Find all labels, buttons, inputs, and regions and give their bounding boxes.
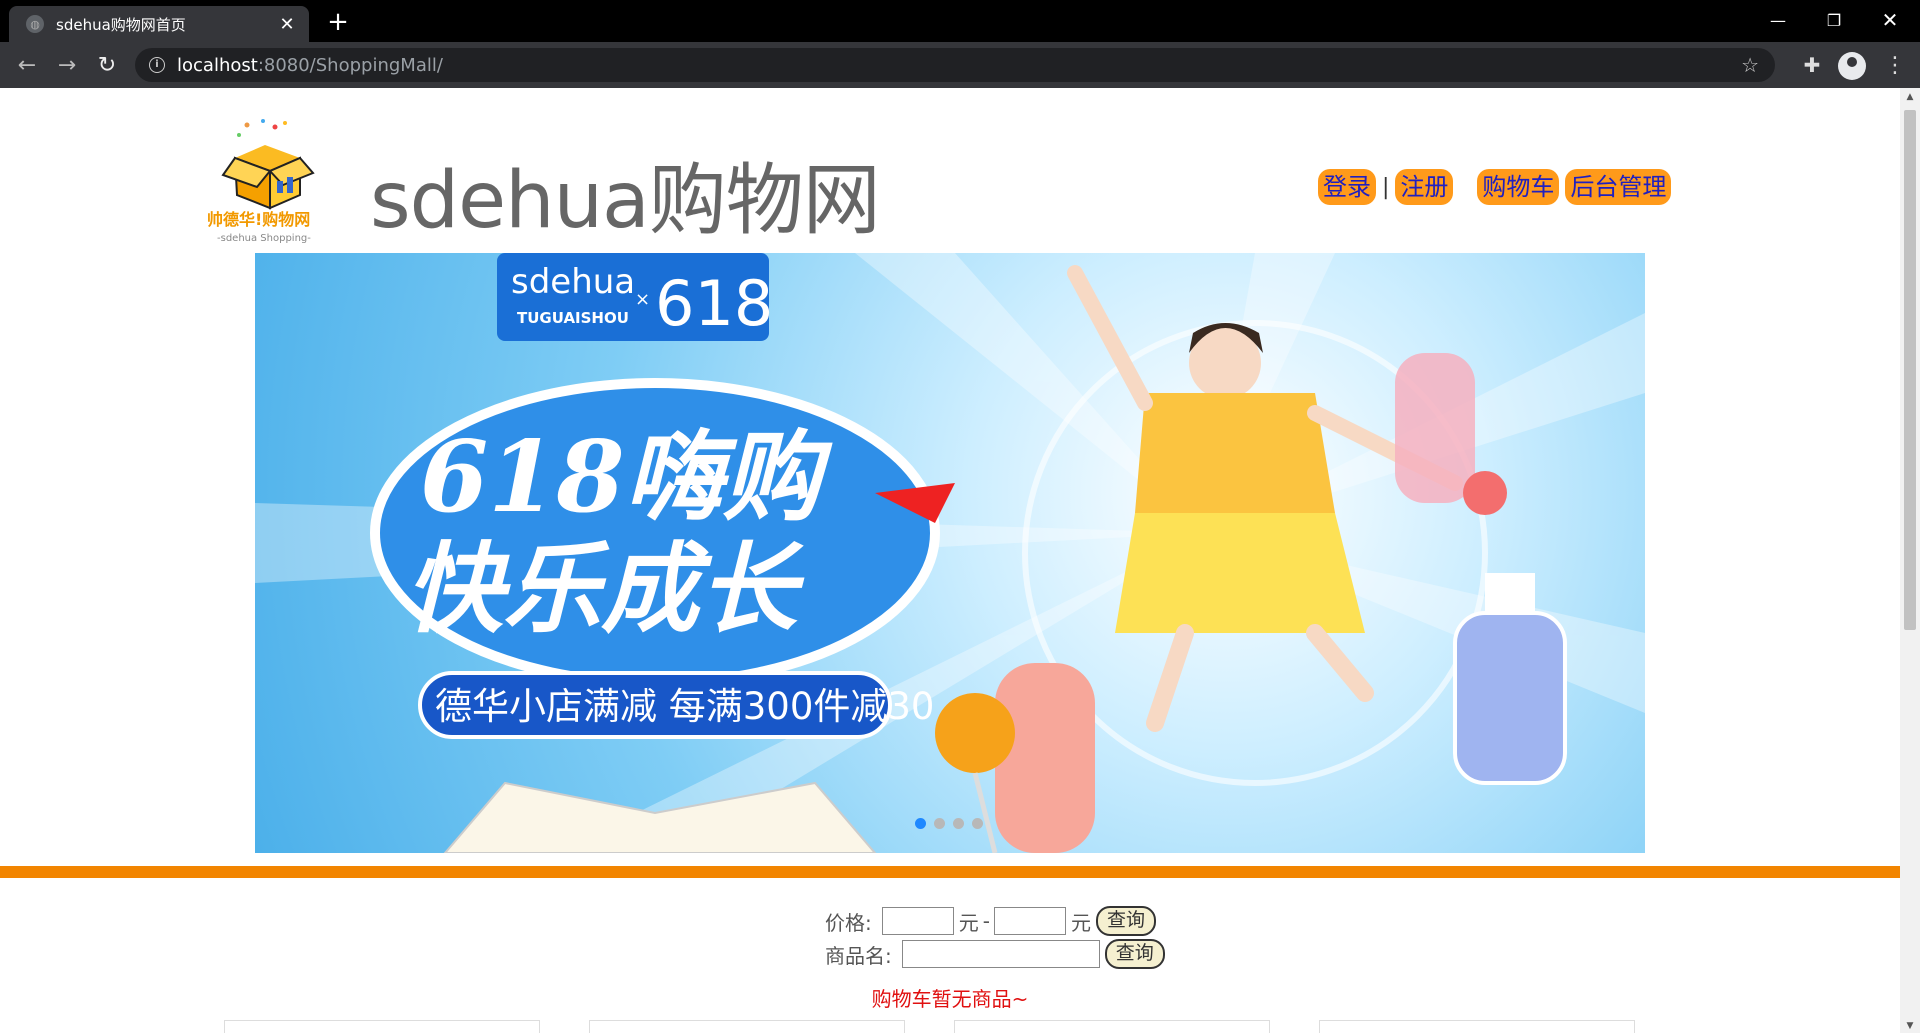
product-name-input[interactable] — [901, 940, 1100, 968]
site-title: sdehua购物网 — [370, 156, 881, 246]
reload-icon[interactable]: ↻ — [90, 48, 124, 82]
name-query-button[interactable]: 查询 — [1104, 939, 1165, 969]
promo-banner-carousel[interactable]: sdehua TUGUAISHOU × 618 618嗨购 快乐成长 德华小店满… — [255, 253, 1645, 853]
top-nav: 登录 | 注册 购物车 后台管理 — [1318, 169, 1672, 205]
price-dash: - — [982, 909, 990, 933]
name-search-row: 商品名: 查询 — [825, 939, 1165, 969]
price-search-row: 价格: 元 - 元 查询 — [825, 906, 1156, 936]
banner-headline-2: 快乐成长 — [405, 532, 805, 647]
scroll-down-icon[interactable]: ▼ — [1904, 1021, 1916, 1033]
logo-brand-text: 帅德华!购物网 — [207, 210, 310, 229]
logo-sub-text: -sdehua Shopping- — [217, 233, 311, 243]
nav-separator: | — [1382, 174, 1390, 200]
menu-icon[interactable]: ⋮ — [1880, 50, 1910, 80]
carousel-dot[interactable] — [972, 818, 983, 829]
banner-promo: 德华小店满减 每满300件减30 — [435, 685, 934, 728]
product-card[interactable] — [224, 1020, 540, 1033]
product-card[interactable] — [954, 1020, 1270, 1033]
page-viewport: 帅德华!购物网 -sdehua Shopping- sdehua购物网 登录 |… — [0, 88, 1920, 1033]
url-host: localhost — [177, 54, 258, 76]
banner-artwork: sdehua TUGUAISHOU × 618 618嗨购 快乐成长 德华小店满… — [255, 253, 1645, 853]
info-icon[interactable]: i — [149, 57, 165, 73]
browser-tab[interactable]: ◍ sdehua购物网首页 ✕ — [9, 6, 309, 42]
product-card[interactable] — [1319, 1020, 1635, 1033]
badge-x: × — [635, 289, 650, 310]
tab-title: sdehua购物网首页 — [56, 15, 186, 34]
cart-empty-message: 购物车暂无商品~ — [871, 987, 1029, 1011]
badge-brand: sdehua — [511, 262, 635, 302]
price-label: 价格: — [825, 910, 872, 935]
login-link[interactable]: 登录 — [1318, 169, 1376, 205]
yuan-label: 元 — [958, 910, 979, 935]
carousel-dot[interactable] — [934, 818, 945, 829]
browser-tab-strip: ◍ sdehua购物网首页 ✕ + — ❐ ✕ — [0, 0, 1920, 42]
price-max-input[interactable] — [993, 907, 1066, 935]
carousel-dot[interactable] — [953, 818, 964, 829]
badge-618: 618 — [655, 267, 773, 340]
register-link[interactable]: 注册 — [1395, 169, 1454, 205]
product-name-label: 商品名: — [825, 943, 892, 968]
scroll-thumb[interactable] — [1904, 110, 1916, 630]
price-query-button[interactable]: 查询 — [1095, 906, 1156, 936]
scroll-up-icon[interactable]: ▲ — [1904, 92, 1916, 104]
close-tab-icon[interactable]: ✕ — [277, 14, 297, 35]
address-bar[interactable]: i localhost:8080/ShoppingMall/ ☆ — [135, 48, 1775, 82]
profile-avatar-icon[interactable] — [1838, 52, 1866, 80]
yuan-label: 元 — [1070, 910, 1091, 935]
new-tab-icon[interactable]: + — [322, 6, 354, 38]
forward-icon[interactable]: → — [50, 48, 84, 82]
extensions-icon[interactable]: ✚ — [1797, 50, 1827, 80]
url-path: :8080/ShoppingMall/ — [257, 54, 443, 76]
restore-icon[interactable]: ❐ — [1806, 0, 1862, 40]
globe-icon: ◍ — [26, 15, 44, 33]
badge-sub: TUGUAISHOU — [517, 309, 629, 327]
page-scrollbar[interactable]: ▲ ▼ — [1900, 88, 1920, 1033]
cart-link[interactable]: 购物车 — [1477, 169, 1560, 205]
site-logo: 帅德华!购物网 -sdehua Shopping- — [207, 119, 315, 243]
star-icon[interactable]: ☆ — [1741, 53, 1759, 77]
carousel-dot[interactable] — [915, 818, 926, 829]
minimize-icon[interactable]: — — [1750, 0, 1806, 40]
banner-headline-1: 618嗨购 — [420, 420, 834, 535]
carousel-dots — [915, 818, 983, 829]
back-icon[interactable]: ← — [10, 48, 44, 82]
product-card[interactable] — [589, 1020, 905, 1033]
window-close-icon[interactable]: ✕ — [1862, 0, 1918, 40]
price-min-input[interactable] — [881, 907, 954, 935]
admin-link[interactable]: 后台管理 — [1565, 169, 1672, 205]
section-divider — [0, 866, 1900, 878]
browser-toolbar: ← → ↻ i localhost:8080/ShoppingMall/ ☆ ✚… — [0, 42, 1920, 88]
